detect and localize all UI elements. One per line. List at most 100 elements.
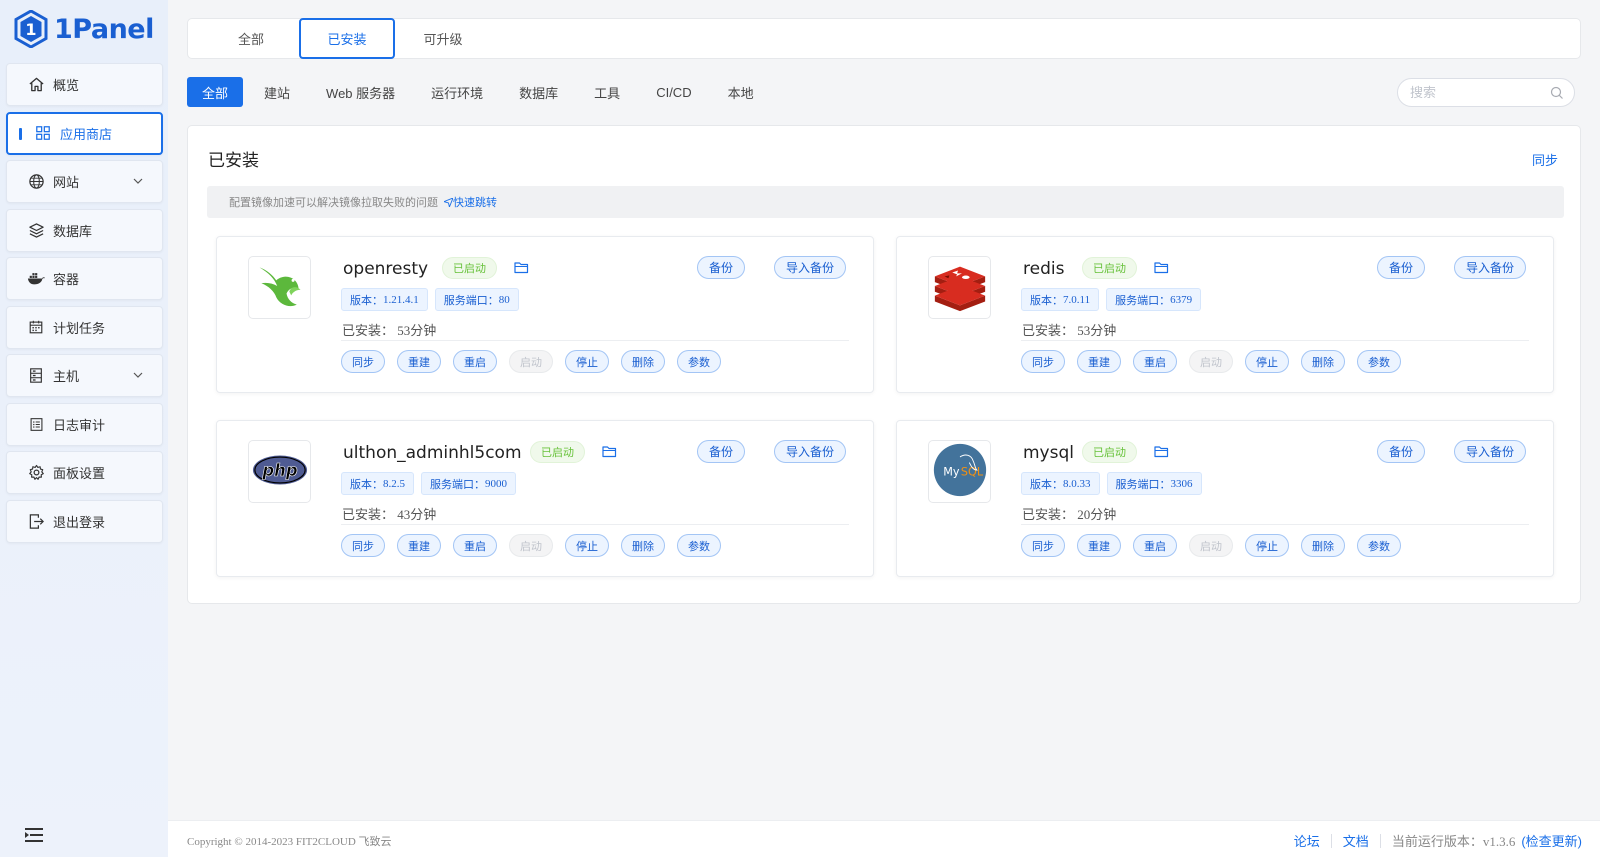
sidebar-item-8[interactable]: 面板设置 xyxy=(6,451,163,494)
sidebar-item-3[interactable]: 数据库 xyxy=(6,208,163,252)
sidebar-item-4[interactable]: 容器 xyxy=(6,257,163,300)
import-backup-button[interactable]: 导入备份 xyxy=(1453,440,1526,463)
sidebar-item-6[interactable]: 主机 xyxy=(6,354,163,397)
app-logo[interactable]: php xyxy=(248,440,311,503)
sync-all-link[interactable]: 同步 xyxy=(1532,150,1558,169)
category-tab-7[interactable]: 本地 xyxy=(713,77,769,107)
backup-button[interactable]: 备份 xyxy=(696,256,745,279)
version-value: 7.0.11 xyxy=(1063,293,1091,306)
sidebar-item-5[interactable]: 计划任务 xyxy=(6,305,163,349)
sidebar-item-9[interactable]: 退出登录 xyxy=(6,499,163,543)
action-button[interactable]: 停止 xyxy=(1245,534,1289,557)
search-icon[interactable] xyxy=(1550,86,1564,100)
port-value: 6379 xyxy=(1170,293,1193,306)
search-box[interactable] xyxy=(1397,78,1575,107)
action-button[interactable]: 同步 xyxy=(1021,350,1065,373)
version-text: 当前运行版本：v1.3.6 xyxy=(1391,834,1516,849)
folder-icon[interactable] xyxy=(1154,445,1169,458)
backup-button[interactable]: 备份 xyxy=(1376,440,1425,463)
check-update-link[interactable]: (检查更新) xyxy=(1521,831,1582,850)
sidebar-item-1[interactable]: 应用商店 xyxy=(6,111,163,155)
app-name: ulthon_adminhl5com xyxy=(343,443,522,463)
action-button[interactable]: 停止 xyxy=(1245,350,1289,373)
action-button[interactable]: 重启 xyxy=(1133,534,1177,557)
action-button[interactable]: 重启 xyxy=(453,350,497,373)
divider xyxy=(1021,524,1529,525)
status-badge: 已启动 xyxy=(1082,441,1137,463)
installed-prefix: 已安装： xyxy=(342,323,395,338)
app-name: redis xyxy=(1023,259,1065,279)
action-button[interactable]: 删除 xyxy=(1301,350,1345,373)
action-button[interactable]: 重建 xyxy=(397,534,441,557)
action-button[interactable]: 删除 xyxy=(621,350,665,373)
action-button[interactable]: 同步 xyxy=(341,534,385,557)
forum-link[interactable]: 论坛 xyxy=(1294,831,1320,850)
app-logo[interactable]: 1 1Panel xyxy=(14,8,154,50)
collapse-menu-icon[interactable] xyxy=(24,826,44,844)
calendar-icon xyxy=(27,318,45,336)
app-logo[interactable] xyxy=(928,256,991,319)
sidebar-item-7[interactable]: 日志审计 xyxy=(6,402,163,446)
category-tab-6[interactable]: CI/CD xyxy=(641,77,706,107)
version-prefix: 版本： xyxy=(1030,294,1063,307)
sidebar-item-0[interactable]: 概览 xyxy=(6,63,163,106)
version-prefix: 版本： xyxy=(1030,478,1063,491)
action-button[interactable]: 停止 xyxy=(565,534,609,557)
copyright: Copyright © 2014-2023 FIT2CLOUD 飞致云 xyxy=(187,836,392,848)
import-backup-button[interactable]: 导入备份 xyxy=(1453,256,1526,279)
app-logo[interactable] xyxy=(248,256,311,319)
backup-button[interactable]: 备份 xyxy=(1376,256,1425,279)
folder-icon[interactable] xyxy=(1154,261,1169,274)
action-button[interactable]: 重建 xyxy=(1077,350,1121,373)
category-tab-4[interactable]: 数据库 xyxy=(504,77,573,107)
action-button[interactable]: 重建 xyxy=(397,350,441,373)
action-button[interactable]: 删除 xyxy=(621,534,665,557)
category-tab-0[interactable]: 全部 xyxy=(187,77,244,107)
app-logo[interactable]: My SQL xyxy=(928,440,991,503)
action-button: 启动 xyxy=(509,350,553,373)
import-backup-button[interactable]: 导入备份 xyxy=(773,440,846,463)
action-button[interactable]: 删除 xyxy=(1301,534,1345,557)
category-tab-1[interactable]: 建站 xyxy=(249,77,305,107)
sidebar-item-2[interactable]: 网站 xyxy=(6,160,163,203)
php-logo: php xyxy=(251,452,309,491)
category-tab-2[interactable]: Web 服务器 xyxy=(311,77,410,107)
svg-text:php: php xyxy=(261,461,297,480)
version-prefix: 版本： xyxy=(350,294,383,307)
sidebar-item-label: 日志审计 xyxy=(53,417,106,433)
top-tab-2[interactable]: 可升级 xyxy=(395,19,491,59)
version-tag: 版本： 8.2.5 xyxy=(341,472,414,495)
sidebar-item-label: 主机 xyxy=(53,369,80,384)
divider xyxy=(1379,833,1381,848)
divider xyxy=(1330,833,1332,848)
action-button[interactable]: 同步 xyxy=(1021,534,1065,557)
installed-time: 已安装： 43分钟 xyxy=(342,504,436,523)
category-tab-3[interactable]: 运行环境 xyxy=(416,77,498,107)
installed-prefix: 已安装： xyxy=(1022,323,1075,338)
action-button[interactable]: 参数 xyxy=(677,534,721,557)
action-button[interactable]: 同步 xyxy=(341,350,385,373)
backup-button[interactable]: 备份 xyxy=(696,440,745,463)
docs-link[interactable]: 文档 xyxy=(1343,831,1369,850)
top-tab-0[interactable]: 全部 xyxy=(203,19,299,59)
top-tab-1[interactable]: 已安装 xyxy=(299,18,395,59)
action-button[interactable]: 重启 xyxy=(453,534,497,557)
app-name: openresty xyxy=(343,259,429,279)
sidebar-item-label: 应用商店 xyxy=(60,126,113,142)
import-backup-button[interactable]: 导入备份 xyxy=(773,256,846,279)
folder-icon[interactable] xyxy=(602,445,617,458)
version-value: 8.2.5 xyxy=(383,477,405,490)
sidebar: 1 1Panel 概览应用商店网站数据库容器计划任务主机日志审计面板设置退出登录 xyxy=(0,0,168,857)
action-button[interactable]: 停止 xyxy=(565,350,609,373)
action-button[interactable]: 重建 xyxy=(1077,534,1121,557)
divider xyxy=(341,340,849,341)
action-button[interactable]: 参数 xyxy=(1357,350,1401,373)
quick-jump-link[interactable]: 快速跳转 xyxy=(442,194,497,210)
action-button[interactable]: 重启 xyxy=(1133,350,1177,373)
action-button[interactable]: 参数 xyxy=(1357,534,1401,557)
folder-icon[interactable] xyxy=(514,261,529,274)
category-tab-5[interactable]: 工具 xyxy=(579,77,635,107)
search-input[interactable] xyxy=(1410,85,1550,100)
action-button[interactable]: 参数 xyxy=(677,350,721,373)
divider xyxy=(341,524,849,525)
